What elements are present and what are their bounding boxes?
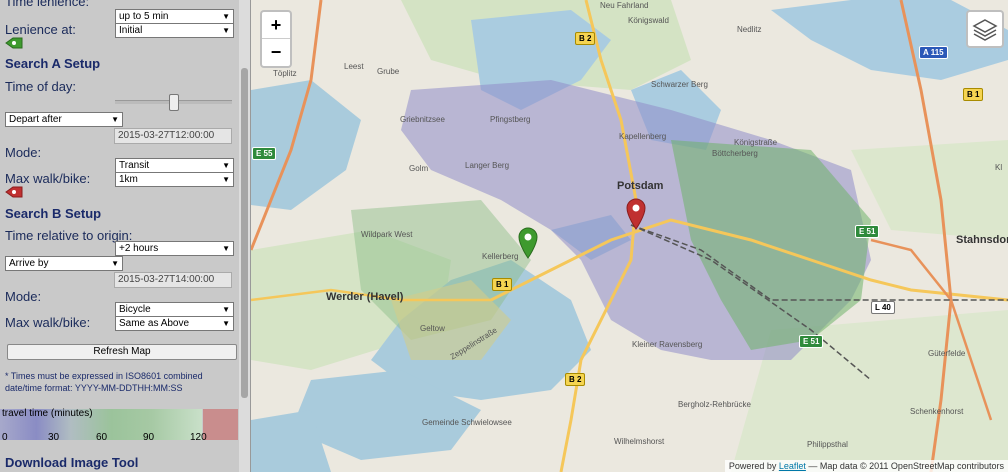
search-a-datetime: 2015-03-27T12:00:00 — [114, 128, 232, 144]
place-leest: Leest — [344, 62, 364, 71]
chevron-down-icon: ▼ — [222, 175, 230, 184]
time-slider-thumb[interactable] — [169, 94, 179, 111]
road-shield-b1-left: B 1 — [492, 278, 513, 291]
place-grube: Grube — [377, 67, 400, 76]
place-pfingstberg: Pfingstberg — [490, 115, 531, 124]
max-walk-a-select[interactable]: 1km ▼ — [115, 172, 234, 187]
road-shield-b1-right: B 1 — [963, 88, 984, 101]
place-gueterfelde: Güterfelde — [928, 349, 966, 358]
refresh-map-button[interactable]: Refresh Map — [7, 344, 237, 360]
place-nedlitz: Nedlitz — [737, 25, 762, 34]
place-langer-berg: Langer Berg — [465, 161, 510, 170]
marker-a-icon — [5, 37, 23, 49]
legend-tick-120: 120 — [190, 432, 207, 443]
place-kapellenberg: Kapellenberg — [619, 132, 667, 141]
origin-a-marker-icon[interactable] — [518, 227, 538, 259]
time-lenience-select[interactable]: up to 5 min ▼ — [115, 9, 234, 24]
place-kl: Kl — [995, 163, 1003, 172]
sidebar-scrollbar[interactable] — [239, 0, 250, 472]
mode-a-label: Mode: — [5, 145, 42, 160]
zoom-control: + − — [260, 10, 292, 68]
place-schenkenhorst: Schenkenhorst — [910, 407, 964, 416]
chevron-down-icon: ▼ — [222, 12, 230, 21]
lenience-at-select[interactable]: Initial ▼ — [115, 23, 234, 38]
chevron-down-icon: ▼ — [222, 319, 230, 328]
place-kleiner-ravensberg: Kleiner Ravensberg — [632, 340, 703, 349]
iso-note-line2: date/time format: YYYY-MM-DDTHH:MM:SS — [5, 383, 183, 393]
mode-b-select[interactable]: Bicycle ▼ — [115, 302, 234, 317]
chevron-down-icon: ▼ — [111, 259, 119, 268]
lenience-at-label: Lenience at: — [5, 22, 76, 37]
max-walk-a-label: Max walk/bike: — [5, 171, 91, 186]
search-b-datetime: 2015-03-27T14:00:00 — [114, 272, 232, 288]
place-bergholz: Bergholz-Rehbrücke — [678, 400, 751, 409]
attribution-prefix: Powered by — [728, 461, 777, 471]
zoom-out-button[interactable]: − — [262, 39, 290, 65]
chevron-down-icon: ▼ — [222, 161, 230, 170]
marker-b-icon — [5, 186, 23, 198]
place-geltow: Geltow — [420, 324, 445, 333]
mode-b-label: Mode: — [5, 289, 42, 304]
place-golm: Golm — [409, 164, 429, 173]
legend-overflow-swatch — [203, 409, 238, 440]
legend-tick-60: 60 — [96, 432, 108, 443]
layers-icon — [972, 19, 998, 41]
mode-a-select[interactable]: Transit ▼ — [115, 158, 234, 173]
place-philippsthal: Philippsthal — [807, 440, 848, 449]
layers-button[interactable] — [966, 10, 1004, 48]
city-werder: Werder (Havel) — [326, 291, 404, 303]
place-kellerberg: Kellerberg — [482, 252, 519, 261]
place-koenigswald: Königswald — [628, 16, 669, 25]
place-neu-fahrland: Neu Fahrland — [600, 1, 649, 10]
place-wildpark-west: Wildpark West — [361, 230, 413, 239]
chevron-down-icon: ▼ — [222, 305, 230, 314]
road-shield-e51-a: E 51 — [855, 225, 880, 238]
iso-note-line1: * Times must be expressed in ISO8601 com… — [5, 371, 203, 381]
origin-b-marker-icon[interactable] — [626, 198, 646, 230]
place-wilhelmshorst: Wilhelmshorst — [614, 437, 665, 446]
time-relative-label: Time relative to origin: — [5, 228, 133, 243]
road-shield-e51-b: E 51 — [799, 335, 824, 348]
search-b-title: Search B Setup — [5, 206, 102, 221]
time-of-day-label: Time of day: — [5, 79, 77, 94]
attribution-suffix: — Map data © 2011 OpenStreetMap contribu… — [808, 461, 1004, 471]
chevron-down-icon: ▼ — [222, 26, 230, 35]
max-walk-b-label: Max walk/bike: — [5, 315, 91, 330]
depart-mode-select[interactable]: Depart after ▼ — [5, 112, 123, 127]
legend-tick-90: 90 — [143, 432, 155, 443]
legend-tick-30: 30 — [48, 432, 60, 443]
search-a-title: Search A Setup — [5, 56, 101, 71]
place-toeplitz: Töplitz — [273, 69, 297, 78]
city-stahnsdorf: Stahnsdor — [956, 234, 1008, 246]
time-lenience-label: Time lenience: — [5, 0, 90, 9]
legend-title: travel time (minutes) — [2, 408, 93, 419]
place-schwarzer-berg: Schwarzer Berg — [651, 80, 708, 89]
chevron-down-icon: ▼ — [222, 244, 230, 253]
city-potsdam: Potsdam — [617, 180, 664, 192]
road-shield-b2-bottom: B 2 — [565, 373, 586, 386]
download-image-title: Download Image Tool — [5, 455, 139, 470]
road-shield-l40: L 40 — [871, 301, 895, 314]
road-shield-e55: E 55 — [252, 147, 277, 160]
chevron-down-icon: ▼ — [111, 115, 119, 124]
road-shield-b2-top: B 2 — [575, 32, 596, 45]
road-shield-a115: A 115 — [919, 46, 948, 59]
place-gemeinde: Gemeinde Schwielowsee — [422, 418, 512, 427]
max-walk-b-select[interactable]: Same as Above ▼ — [115, 316, 234, 331]
scrollbar-thumb[interactable] — [241, 68, 248, 398]
place-koenigstrasse: Königstraße — [734, 138, 778, 147]
zoom-in-button[interactable]: + — [262, 12, 290, 39]
leaflet-link[interactable]: Leaflet — [779, 461, 806, 471]
place-griebnitzsee: Griebnitzsee — [400, 115, 445, 124]
arrive-mode-select[interactable]: Arrive by ▼ — [5, 256, 123, 271]
map-attribution: Powered by Leaflet — Map data © 2011 Ope… — [724, 460, 1008, 472]
time-relative-select[interactable]: +2 hours ▼ — [115, 241, 234, 256]
sidebar: Time lenience: up to 5 min ▼ Lenience at:… — [0, 0, 251, 472]
place-boettcherberg: Böttcherberg — [712, 149, 758, 158]
legend-tick-0: 0 — [2, 432, 8, 443]
